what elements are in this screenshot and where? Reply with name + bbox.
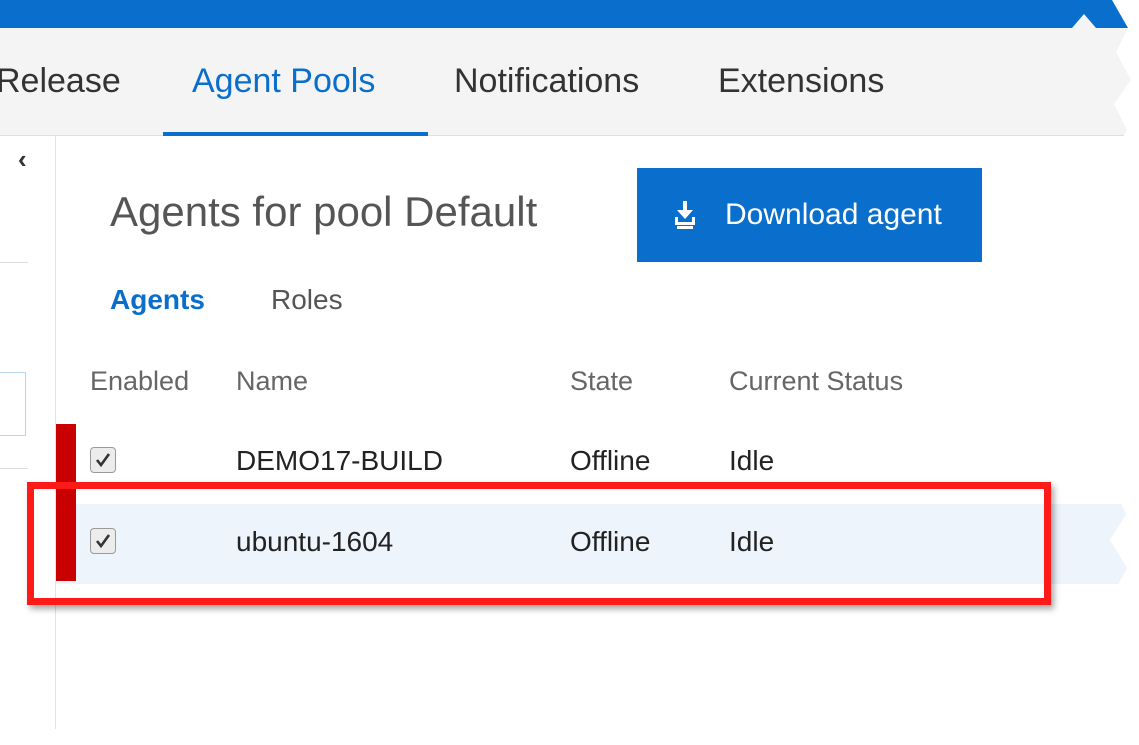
hub-tab-bar: Release Agent Pools Notifications Extens… xyxy=(0,28,1131,136)
pivot-agents[interactable]: Agents xyxy=(110,284,205,316)
screenshot-frame: Release Agent Pools Notifications Extens… xyxy=(0,0,1139,745)
agent-state: Offline xyxy=(570,445,651,476)
left-pane-selected-item[interactable] xyxy=(0,372,26,436)
top-navigation-bar xyxy=(0,0,1131,28)
highlight-annotation xyxy=(27,482,1051,605)
enabled-checkbox[interactable] xyxy=(90,447,116,473)
download-icon xyxy=(673,201,697,229)
pivot-roles[interactable]: Roles xyxy=(271,284,343,316)
agent-name[interactable]: DEMO17-BUILD xyxy=(236,445,443,477)
tab-agent-pools[interactable]: Agent Pools xyxy=(192,62,375,101)
download-agent-button[interactable]: Download agent xyxy=(637,168,982,262)
chevron-left-icon[interactable]: ‹ xyxy=(18,144,27,175)
left-pane-divider xyxy=(0,468,28,469)
agent-current-status: Idle xyxy=(729,445,775,476)
pools-left-pane: ‹ xyxy=(0,136,56,740)
screenshot-clip: Release Agent Pools Notifications Extens… xyxy=(0,0,1131,740)
page-title: Agents for pool Default xyxy=(110,188,538,235)
selected-tab-indicator xyxy=(163,132,428,136)
column-header-current-status[interactable]: Current Status xyxy=(729,366,903,397)
column-header-enabled[interactable]: Enabled xyxy=(90,366,189,397)
tab-release[interactable]: Release xyxy=(0,62,121,101)
tab-extensions[interactable]: Extensions xyxy=(718,62,884,101)
download-agent-label: Download agent xyxy=(725,198,942,231)
column-header-name[interactable]: Name xyxy=(236,366,308,397)
active-hub-caret xyxy=(1072,14,1096,28)
left-pane-divider xyxy=(0,262,28,263)
column-header-state[interactable]: State xyxy=(570,366,633,397)
tab-notifications[interactable]: Notifications xyxy=(454,62,639,101)
checkmark-icon xyxy=(95,453,111,468)
